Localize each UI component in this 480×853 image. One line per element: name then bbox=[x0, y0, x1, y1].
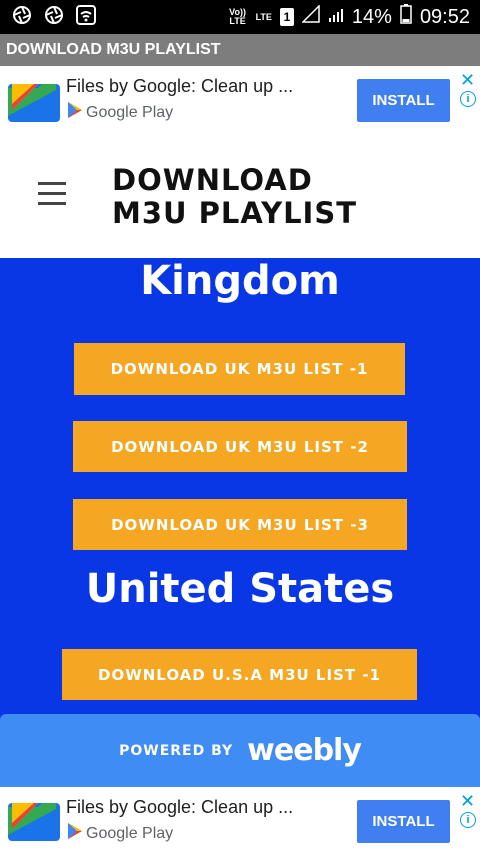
info-icon[interactable]: i bbox=[460, 91, 476, 107]
download-usa-list-1-button[interactable]: DOWNLOAD U.S.A M3U LIST -1 bbox=[62, 649, 417, 700]
info-icon[interactable]: i bbox=[460, 812, 476, 828]
lte-label: LTE bbox=[255, 11, 272, 22]
volte-label: Vo)) LTE bbox=[229, 7, 246, 26]
install-button[interactable]: INSTALL bbox=[357, 800, 450, 843]
status-bar: Vo)) LTE LTE 1 14% 09:52 bbox=[0, 0, 480, 34]
ad-banner-bottom[interactable]: Files by Google: Clean up ... Google Pla… bbox=[0, 787, 480, 853]
aperture-icon bbox=[12, 5, 32, 30]
site-title-line-2: M3U PLAYLIST bbox=[112, 196, 358, 230]
signal-bars-icon bbox=[328, 6, 344, 29]
site-title[interactable]: DOWNLOAD M3U PLAYLIST bbox=[112, 164, 412, 230]
site-header: DOWNLOAD M3U PLAYLIST bbox=[0, 134, 480, 258]
menu-icon[interactable] bbox=[38, 182, 66, 212]
ad-banner-top[interactable]: Files by Google: Clean up ... Google Pla… bbox=[0, 66, 480, 134]
play-store-icon bbox=[68, 823, 82, 844]
clock: 09:52 bbox=[419, 5, 470, 28]
download-uk-list-3-button[interactable]: DOWNLOAD UK M3U LIST -3 bbox=[73, 499, 407, 550]
store-label: Google Play bbox=[86, 103, 174, 121]
close-icon[interactable]: ✕ bbox=[460, 791, 475, 812]
site-title-line-1: DOWNLOAD bbox=[112, 163, 313, 197]
download-uk-list-2-button[interactable]: DOWNLOAD UK M3U LIST -2 bbox=[73, 421, 407, 472]
files-app-icon bbox=[8, 80, 60, 122]
ad-store: Google Play bbox=[68, 823, 173, 844]
aperture-icon bbox=[44, 5, 64, 30]
battery-icon bbox=[400, 4, 412, 30]
wifi-icon bbox=[76, 4, 96, 30]
heading-kingdom: Kingdom bbox=[140, 258, 340, 304]
sim-icon: 1 bbox=[279, 8, 294, 26]
app-title: DOWNLOAD M3U PLAYLIST bbox=[6, 41, 221, 58]
battery-percent: 14% bbox=[351, 5, 392, 28]
ad-store: Google Play bbox=[68, 102, 173, 123]
ad-title[interactable]: Files by Google: Clean up ... bbox=[66, 76, 293, 97]
install-button[interactable]: INSTALL bbox=[357, 79, 450, 122]
close-icon[interactable]: ✕ bbox=[460, 70, 475, 91]
weebly-logo: weebly bbox=[247, 733, 362, 768]
store-label: Google Play bbox=[86, 824, 174, 842]
powered-by-label: POWERED BY bbox=[119, 742, 234, 759]
powered-by-weebly[interactable]: POWERED BY weebly bbox=[0, 714, 480, 787]
ad-title[interactable]: Files by Google: Clean up ... bbox=[66, 797, 293, 818]
play-store-icon bbox=[68, 102, 82, 123]
app-title-bar: DOWNLOAD M3U PLAYLIST bbox=[0, 34, 480, 66]
heading-united-states: United States bbox=[85, 566, 395, 612]
download-uk-list-1-button[interactable]: DOWNLOAD UK M3U LIST -1 bbox=[74, 343, 405, 395]
files-app-icon bbox=[8, 799, 60, 841]
signal-icon bbox=[301, 4, 320, 29]
